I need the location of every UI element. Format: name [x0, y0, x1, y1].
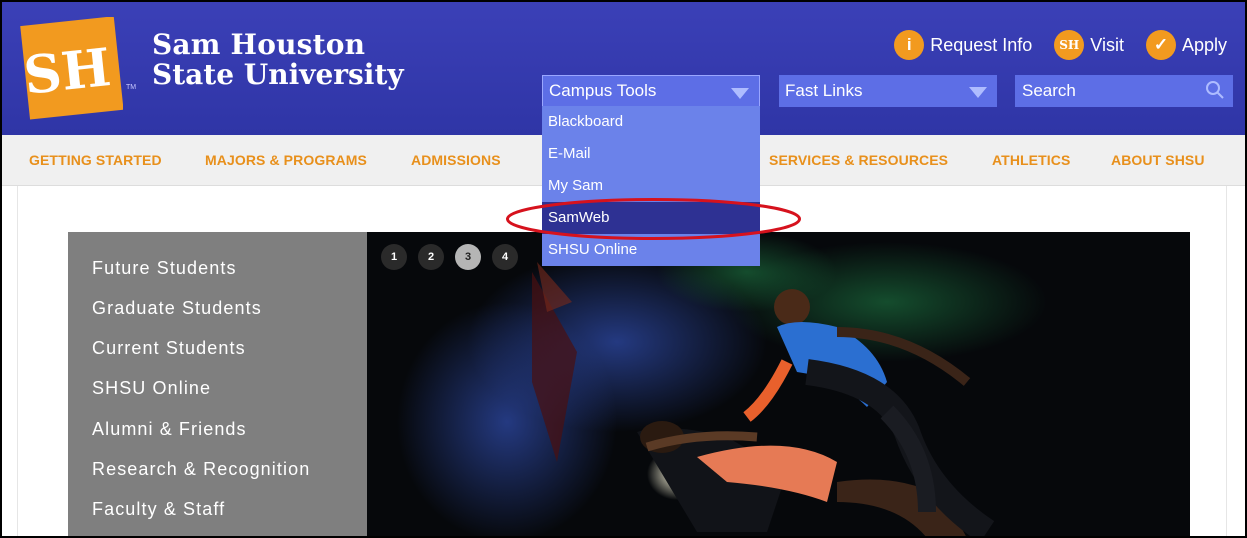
- menu-item-shsu-online[interactable]: SHSU Online: [542, 234, 760, 266]
- nav-athletics[interactable]: ATHLETICS: [992, 152, 1070, 168]
- search-box: [1015, 75, 1233, 107]
- apply-link[interactable]: ✓ Apply: [1145, 30, 1227, 60]
- browser-frame: SH TM Sam Houston State University i Req…: [0, 0, 1247, 538]
- university-name-line1: Sam Houston: [152, 28, 366, 61]
- fast-links-dropdown[interactable]: Fast Links: [779, 75, 997, 107]
- visit-label: Visit: [1090, 34, 1124, 55]
- nav-about-shsu[interactable]: ABOUT SHSU: [1111, 152, 1205, 168]
- chevron-down-icon: [969, 87, 987, 98]
- slide-page-2[interactable]: 2: [418, 244, 444, 270]
- nav-majors-programs[interactable]: MAJORS & PROGRAMS: [205, 152, 367, 168]
- nav-services-resources[interactable]: SERVICES & RESOURCES: [769, 152, 948, 168]
- visit-link[interactable]: SH Visit: [1054, 30, 1124, 60]
- campus-tools-label: Campus Tools: [549, 81, 657, 100]
- svg-text:SH: SH: [21, 37, 114, 107]
- dancers-photo: [367, 232, 1190, 536]
- nav-admissions[interactable]: ADMISSIONS: [411, 152, 501, 168]
- sidebar-item-graduate-students[interactable]: Graduate Students: [92, 298, 262, 319]
- campus-tools-dropdown[interactable]: Campus Tools: [542, 75, 760, 107]
- menu-item-my-sam[interactable]: My Sam: [542, 170, 760, 202]
- chevron-down-icon: [731, 88, 749, 99]
- sidebar-item-current-students[interactable]: Current Students: [92, 338, 246, 359]
- search-input[interactable]: [1022, 81, 1192, 101]
- sidebar-item-faculty-staff[interactable]: Faculty & Staff: [92, 499, 225, 520]
- sidebar-item-future-students[interactable]: Future Students: [92, 258, 237, 279]
- trademark-mark: TM: [126, 84, 137, 91]
- menu-item-samweb[interactable]: SamWeb: [542, 202, 760, 234]
- university-name[interactable]: Sam Houston State University: [152, 30, 404, 90]
- slide-page-4[interactable]: 4: [492, 244, 518, 270]
- apply-label: Apply: [1181, 34, 1227, 55]
- slide-page-3[interactable]: 3: [455, 244, 481, 270]
- slide-page-1[interactable]: 1: [381, 244, 407, 270]
- checkmark-icon: ✓: [1145, 30, 1176, 60]
- sidebar-item-research-recognition[interactable]: Research & Recognition: [92, 459, 310, 480]
- sidebar-item-alumni-friends[interactable]: Alumni & Friends: [92, 419, 247, 440]
- search-icon[interactable]: [1205, 80, 1225, 100]
- info-icon: i: [894, 30, 925, 60]
- nav-getting-started[interactable]: GETTING STARTED: [29, 152, 162, 168]
- slide-pager: 1 2 3 4: [381, 244, 529, 270]
- sidebar-item-shsu-online[interactable]: SHSU Online: [92, 378, 211, 399]
- hero-slideshow[interactable]: 1 2 3 4: [367, 232, 1190, 536]
- request-info-link[interactable]: i Request Info: [894, 30, 1032, 60]
- shsu-logo[interactable]: SH: [19, 17, 123, 121]
- sh-seal-icon: SH: [1054, 30, 1085, 60]
- utility-links: i Request Info SH Visit ✓ Apply: [872, 30, 1227, 60]
- request-info-label: Request Info: [930, 34, 1033, 55]
- audience-sidebar: Future Students Graduate Students Curren…: [68, 232, 367, 536]
- menu-item-email[interactable]: E-Mail: [542, 138, 760, 170]
- university-name-line2: State University: [152, 58, 404, 91]
- campus-tools-menu: Blackboard E-Mail My Sam SamWeb SHSU Onl…: [542, 106, 760, 266]
- menu-item-blackboard[interactable]: Blackboard: [542, 106, 760, 138]
- fast-links-label: Fast Links: [785, 81, 863, 100]
